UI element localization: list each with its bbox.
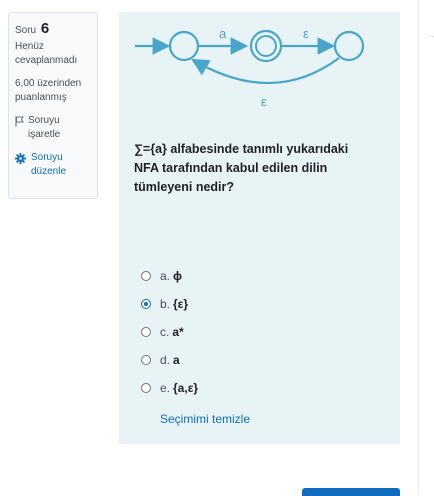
divider [429, 36, 434, 37]
option-value: ɸ [173, 269, 183, 283]
gear-icon [15, 153, 26, 164]
label-epsilon-bottom: ε [261, 94, 267, 109]
option-value: a* [172, 325, 184, 339]
state-q2 [333, 30, 365, 62]
question-line-3: tümleyeni nedir? [134, 180, 235, 194]
option-value: {a,ε} [173, 381, 199, 395]
label-a: a [219, 26, 227, 41]
answer-option-d[interactable]: d. a [141, 346, 198, 374]
option-letter: a. [160, 269, 171, 283]
radio-button[interactable] [141, 383, 151, 393]
flag-line-1: Soruyu [28, 115, 60, 126]
radio-button[interactable] [141, 327, 151, 337]
option-letter: d. [160, 353, 171, 367]
grade-text: 6,00 üzerinden puanlanmış [15, 77, 91, 105]
status-line-2: cevaplanmadı [15, 55, 78, 66]
option-letter: c. [160, 325, 170, 339]
label-epsilon-top: ε [303, 26, 309, 41]
radio-button[interactable] [141, 271, 151, 281]
edit-line-2: düzenle [31, 166, 67, 177]
answer-option-a[interactable]: a. ɸ [141, 262, 198, 290]
question-number-value: 6 [40, 20, 50, 37]
answer-option-e[interactable]: e. {a,ε} [141, 374, 198, 402]
flag-question-link[interactable]: Soruyu işaretle [15, 114, 91, 142]
option-letter: e. [160, 381, 171, 395]
status-line-1: Henüz [15, 41, 44, 52]
divider [418, 0, 419, 494]
state-q0 [168, 30, 200, 62]
question-number: Soru 6 [15, 20, 91, 37]
edit-line-1: Soruyu [31, 152, 63, 163]
option-letter: b. [160, 297, 171, 311]
grade-line-2: puanlanmış [15, 92, 67, 103]
grade-line-1: 6,00 üzerinden [15, 78, 82, 89]
radio-button[interactable] [141, 355, 151, 365]
question-text: ∑={a} alfabesinde tanımlı yukarıdaki NFA… [134, 140, 384, 197]
question-label: Soru [15, 25, 37, 36]
question-line-1: ∑={a} alfabesinde tanımlı yukarıdaki [134, 142, 349, 156]
radio-button-selected[interactable] [141, 299, 151, 309]
answer-option-c[interactable]: c. a* [141, 318, 198, 346]
option-value: a [173, 353, 180, 367]
option-value: {ε} [173, 297, 189, 311]
flag-icon [15, 116, 24, 127]
answer-option-b[interactable]: b. {ε} [141, 290, 198, 318]
clear-choice-link[interactable]: Seçimimi temizle [160, 412, 250, 426]
edit-question-link[interactable]: Soruyu düzenle [15, 151, 91, 179]
question-info-box: Soru 6 Henüz cevaplanmadı 6,00 üzerinden… [8, 12, 98, 199]
answer-list: a. ɸ b. {ε} c. a* d. a e. {a,ε} [141, 262, 198, 402]
flag-line-2: işaretle [28, 129, 61, 140]
nfa-diagram: a ε ε [135, 26, 365, 109]
next-page-button[interactable] [302, 488, 400, 496]
status-text: Henüz cevaplanmadı [15, 40, 91, 68]
question-line-2: NFA tarafından kabul edilen dilin [134, 161, 328, 175]
